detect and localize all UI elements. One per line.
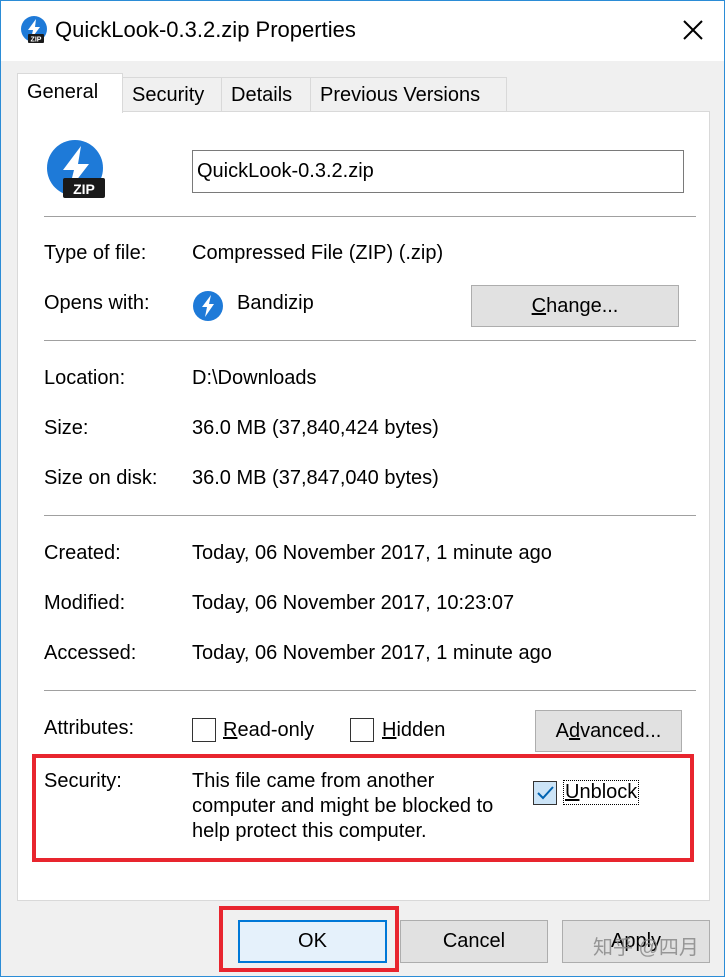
size-label: Size: bbox=[44, 417, 89, 439]
filename-input[interactable] bbox=[192, 150, 684, 193]
separator bbox=[44, 340, 696, 341]
tab-general[interactable]: General bbox=[17, 73, 123, 113]
readonly-label[interactable]: Read-only bbox=[223, 719, 314, 742]
unblock-label[interactable]: Unblock bbox=[562, 780, 640, 805]
location-label: Location: bbox=[44, 367, 126, 389]
location-value: D:\Downloads bbox=[192, 367, 317, 389]
zip-file-icon: ZIP bbox=[21, 16, 47, 44]
hidden-checkbox[interactable] bbox=[350, 718, 374, 742]
accessed-value: Today, 06 November 2017, 1 minute ago bbox=[192, 642, 552, 664]
properties-window: ZIP QuickLook-0.3.2.zip Properties Gener… bbox=[0, 0, 725, 977]
watermark-text: 知乎 @四月 bbox=[593, 937, 699, 959]
attributes-label: Attributes: bbox=[44, 717, 135, 739]
svg-text:ZIP: ZIP bbox=[73, 181, 95, 197]
modified-value: Today, 06 November 2017, 10:23:07 bbox=[192, 592, 515, 614]
tab-details[interactable]: Details bbox=[221, 77, 311, 111]
window-title: QuickLook-0.3.2.zip Properties bbox=[55, 17, 356, 42]
separator bbox=[44, 690, 696, 691]
close-icon bbox=[683, 20, 703, 40]
modified-label: Modified: bbox=[44, 592, 126, 614]
readonly-checkbox[interactable] bbox=[192, 718, 216, 742]
general-panel: ZIP Type of file: Compressed File (ZIP) … bbox=[17, 111, 710, 901]
tab-security[interactable]: Security bbox=[122, 77, 222, 111]
svg-text:ZIP: ZIP bbox=[31, 37, 42, 44]
accessed-label: Accessed: bbox=[44, 642, 137, 664]
close-button[interactable] bbox=[665, 1, 721, 59]
created-value: Today, 06 November 2017, 1 minute ago bbox=[192, 542, 552, 564]
advanced-button[interactable]: Advanced... bbox=[535, 710, 682, 752]
tab-previous-versions[interactable]: Previous Versions bbox=[310, 77, 507, 111]
type-label: Type of file: bbox=[44, 242, 147, 264]
title-bar[interactable]: ZIP QuickLook-0.3.2.zip Properties bbox=[1, 1, 724, 61]
change-button[interactable]: Change... bbox=[471, 285, 679, 327]
size-on-disk-value: 36.0 MB (37,847,040 bytes) bbox=[192, 467, 439, 489]
created-label: Created: bbox=[44, 542, 121, 564]
cancel-button[interactable]: Cancel bbox=[400, 920, 548, 963]
size-on-disk-label: Size on disk: bbox=[44, 467, 158, 489]
size-value: 36.0 MB (37,840,424 bytes) bbox=[192, 417, 439, 439]
bandizip-icon bbox=[193, 291, 223, 321]
opens-with-label: Opens with: bbox=[44, 292, 150, 314]
opens-with-value: Bandizip bbox=[237, 292, 314, 314]
separator bbox=[44, 515, 696, 516]
security-text-line-3: help protect this computer. bbox=[192, 820, 427, 842]
hidden-label[interactable]: Hidden bbox=[382, 719, 445, 742]
security-label: Security: bbox=[44, 770, 122, 792]
checkmark-icon bbox=[537, 786, 554, 800]
security-text-line-2: computer and might be blocked to bbox=[192, 795, 494, 817]
ok-button[interactable]: OK bbox=[238, 920, 387, 963]
type-value: Compressed File (ZIP) (.zip) bbox=[192, 242, 444, 264]
security-text-line-1: This file came from another bbox=[192, 770, 435, 792]
zip-file-icon: ZIP bbox=[47, 140, 105, 198]
separator bbox=[44, 216, 696, 217]
unblock-checkbox[interactable] bbox=[533, 781, 557, 805]
